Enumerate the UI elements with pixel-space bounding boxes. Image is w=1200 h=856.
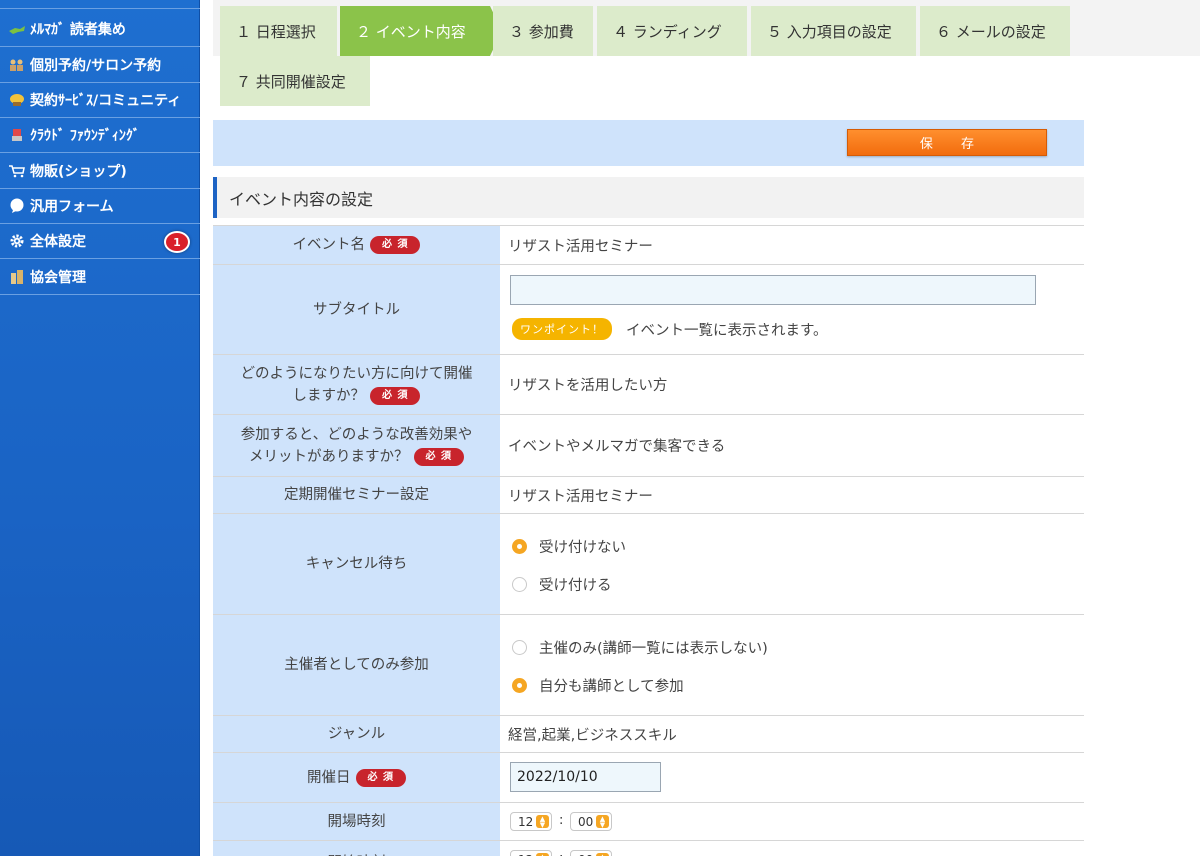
sidebar-item-label: 全体設定 <box>30 234 86 250</box>
open-minute-select[interactable]: 00 ▲ ▼ <box>570 812 612 831</box>
tab-schedule[interactable]: １ 日程選択 <box>220 6 337 56</box>
form-row-event-name: イベント名必 須 リザスト活用セミナー <box>213 225 1084 264</box>
form-row-genre: ジャンル 経営,起業,ビジネススキル <box>213 715 1084 752</box>
sidebar-item-settings[interactable]: 全体設定 1 <box>0 224 200 259</box>
date-input[interactable] <box>510 762 661 792</box>
save-bar: 保 存 <box>213 120 1084 166</box>
form-row-benefit: 参加すると、どのような改善効果や メリットがありますか？必 須 イベントやメルマ… <box>213 414 1084 476</box>
cart-icon <box>8 163 26 179</box>
sidebar-item-crowdfunding[interactable]: ｸﾗｳﾄﾞ ﾌｧｳﾝﾃﾞｨﾝｸﾞ <box>0 118 200 153</box>
regular-seminar-value: リザスト活用セミナー <box>500 477 1084 513</box>
form-row-subtitle: サブタイトル ワンポイント！ イベント一覧に表示されます。 <box>213 264 1084 354</box>
required-badge: 必 須 <box>370 236 421 254</box>
genre-value: 経営,起業,ビジネススキル <box>500 716 1084 752</box>
notification-badge: 1 <box>164 231 190 253</box>
start-minute-select[interactable]: 00 ▲▼ <box>570 850 612 856</box>
target-value: リザストを活用したい方 <box>500 355 1084 414</box>
required-badge: 必 須 <box>370 386 421 405</box>
required-badge: 必 須 <box>413 447 464 466</box>
field-label: 定期開催セミナー設定 <box>213 477 500 513</box>
waitlist-option-accept[interactable]: 受け付ける <box>512 574 612 595</box>
tab-mail-settings[interactable]: ６ メールの設定 <box>920 6 1070 56</box>
subtitle-input[interactable] <box>510 275 1036 305</box>
radio-button-selected[interactable] <box>512 539 527 554</box>
tab-landing[interactable]: ４ ランディング <box>597 6 747 56</box>
hat-icon <box>8 92 26 108</box>
field-label: ジャンル <box>213 716 500 752</box>
waitlist-option-decline[interactable]: 受け付けない <box>512 536 626 557</box>
section-title: イベント内容の設定 <box>213 177 1084 218</box>
field-label: 参加すると、どのような改善効果や メリットがありますか？必 須 <box>213 415 500 476</box>
radio-button[interactable] <box>512 577 527 592</box>
sidebar-item-label: ｸﾗｳﾄﾞ ﾌｧｳﾝﾃﾞｨﾝｸﾞ <box>30 128 140 144</box>
field-label: 開催日必 須 <box>213 753 500 802</box>
form-row-waitlist: キャンセル待ち 受け付けない 受け付ける <box>213 513 1084 614</box>
radio-button[interactable] <box>512 640 527 655</box>
onepoint-badge: ワンポイント！ <box>512 318 612 340</box>
field-label: イベント名必 須 <box>213 226 500 264</box>
save-button[interactable]: 保 存 <box>847 129 1047 156</box>
field-label: どのようになりたい方に向けて開催 しますか？必 須 <box>213 355 500 414</box>
robot-icon <box>8 127 26 143</box>
field-label: 開始時刻 <box>213 841 500 856</box>
sidebar-item-form[interactable]: 汎用フォーム <box>0 189 200 224</box>
radio-button-selected[interactable] <box>512 678 527 693</box>
form-row-date: 開催日必 須 <box>213 752 1084 802</box>
sidebar-item-label: 個別予約/サロン予約 <box>30 58 162 74</box>
field-label: 開場時刻 <box>213 803 500 840</box>
sidebar-item-label: 契約ｻｰﾋﾞｽ/コミュニティ <box>30 93 182 109</box>
sidebar-item-contract[interactable]: 契約ｻｰﾋﾞｽ/コミュニティ <box>0 83 200 118</box>
field-label: 主催者としてのみ参加 <box>213 615 500 715</box>
field-label: サブタイトル <box>213 265 500 354</box>
subtitle-hint: イベント一覧に表示されます。 <box>626 322 828 339</box>
required-badge: 必 須 <box>355 768 406 787</box>
tab-event-content[interactable]: ２ イベント内容 <box>340 6 490 56</box>
gear-icon <box>8 233 26 249</box>
tab-co-host[interactable]: ７ 共同開催設定 <box>220 56 370 106</box>
benefit-value: イベントやメルマガで集客できる <box>500 415 1084 476</box>
form-row-open-time: 開場時刻 12 ▲ ▼ : 00 ▲ ▼ <box>213 802 1084 840</box>
sidebar-item-reservation[interactable]: 個別予約/サロン予約 <box>0 48 200 83</box>
tab-fee[interactable]: ３ 参加費 <box>493 6 593 56</box>
crocodile-icon <box>8 21 26 37</box>
sidebar: ﾒﾙﾏｶﾞ 読者集め 個別予約/サロン予約 契約ｻｰﾋﾞｽ/コミュニティ ｸﾗｳ… <box>0 0 200 856</box>
sidebar-item-mailmag[interactable]: ﾒﾙﾏｶﾞ 読者集め <box>0 12 200 47</box>
tab-input-items[interactable]: ５ 入力項目の設定 <box>751 6 916 56</box>
speech-bubble-icon <box>8 198 26 214</box>
people-icon <box>8 57 26 73</box>
chevron-updown-icon: ▲▼ <box>536 815 549 828</box>
field-label: キャンセル待ち <box>213 514 500 614</box>
sidebar-item-label: 汎用フォーム <box>30 199 114 215</box>
open-hour-select[interactable]: 12 ▲ ▼ <box>510 812 552 831</box>
sidebar-item-shop[interactable]: 物販(ショップ) <box>0 154 200 189</box>
sidebar-item-association[interactable]: 協会管理 <box>0 260 200 295</box>
form-row-target: どのようになりたい方に向けて開催 しますか？必 須 リザストを活用したい方 <box>213 354 1084 414</box>
organizer-option-host-only[interactable]: 主催のみ(講師一覧には表示しない) <box>512 637 768 658</box>
form-row-organizer-only: 主催者としてのみ参加 主催のみ(講師一覧には表示しない) 自分も講師として参加 <box>213 614 1084 715</box>
sidebar-item-partial[interactable] <box>0 0 200 9</box>
sidebar-item-label: 協会管理 <box>30 270 86 286</box>
sidebar-item-label: ﾒﾙﾏｶﾞ 読者集め <box>30 22 126 38</box>
event-name-value: リザスト活用セミナー <box>500 226 1084 264</box>
form-row-regular-seminar: 定期開催セミナー設定 リザスト活用セミナー <box>213 476 1084 513</box>
start-hour-select[interactable]: 12 ▲▼ <box>510 850 552 856</box>
sidebar-item-label: 物販(ショップ) <box>30 164 127 180</box>
chevron-updown-icon: ▲▼ <box>596 815 609 828</box>
building-icon <box>8 269 26 285</box>
organizer-option-also-lecturer[interactable]: 自分も講師として参加 <box>512 675 684 696</box>
form-row-start-time: 開始時刻 12 ▲▼ : 00 ▲▼ <box>213 840 1084 856</box>
